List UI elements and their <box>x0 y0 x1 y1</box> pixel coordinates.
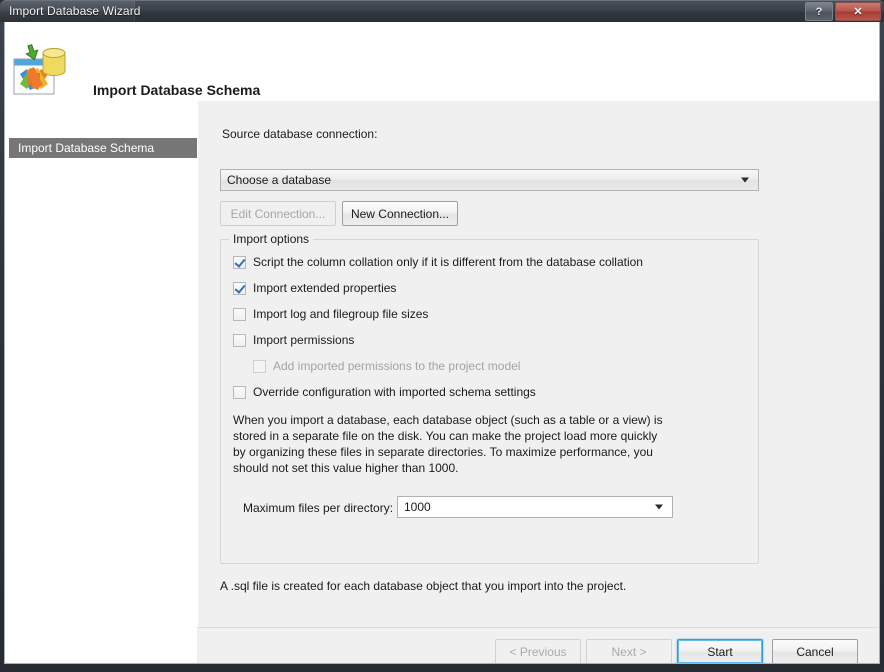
option-override-configuration[interactable]: Override configuration with imported sch… <box>233 385 536 399</box>
checkbox-icon[interactable] <box>233 308 246 321</box>
sidebar-item-import-database-schema[interactable]: Import Database Schema <box>9 138 197 158</box>
checkbox-icon[interactable] <box>233 334 246 347</box>
max-files-row: Maximum files per directory: 1000 <box>233 496 693 518</box>
option-label: Override configuration with imported sch… <box>253 385 536 399</box>
directory-help-text: When you import a database, each databas… <box>233 413 663 475</box>
option-label: Import extended properties <box>253 281 397 295</box>
option-add-imported-permissions: Add imported permissions to the project … <box>253 359 520 373</box>
option-label: Add imported permissions to the project … <box>273 359 521 373</box>
caption-button-group: ? ✕ <box>805 2 881 21</box>
option-import-log-filegroup-sizes[interactable]: Import log and filegroup file sizes <box>233 307 428 321</box>
content-top-divider <box>198 101 879 102</box>
help-button[interactable]: ? <box>805 2 833 21</box>
option-label: Import permissions <box>253 333 355 347</box>
wizard-window: Import Database Wizard ? ✕ Import Databa… <box>0 0 884 672</box>
wizard-content-panel: Source database connection: Choose a dat… <box>197 101 879 627</box>
checkbox-icon[interactable] <box>233 256 246 269</box>
max-files-label: Maximum files per directory: <box>243 501 394 515</box>
edit-connection-button[interactable]: Edit Connection... <box>220 201 336 226</box>
wizard-button-bar: < Previous Next > Start Cancel <box>197 627 879 663</box>
next-button[interactable]: Next > <box>586 639 672 663</box>
database-combo-value: Choose a database <box>227 173 332 187</box>
database-combo[interactable]: Choose a database <box>220 169 759 191</box>
option-label: Script the column collation only if it i… <box>253 255 643 269</box>
checkbox-icon[interactable] <box>233 282 246 295</box>
wizard-step-list: Import Database Schema <box>5 101 197 663</box>
option-import-permissions[interactable]: Import permissions <box>233 333 354 347</box>
source-connection-label: Source database connection: <box>222 127 378 141</box>
window-title: Import Database Wizard <box>9 4 141 18</box>
checkbox-icon[interactable] <box>233 386 246 399</box>
client-area: Import Database Schema Import Database S… <box>4 22 880 664</box>
checkbox-icon <box>253 360 266 373</box>
previous-button[interactable]: < Previous <box>495 639 581 663</box>
close-button[interactable]: ✕ <box>835 2 881 21</box>
wizard-header: Import Database Schema <box>5 22 879 101</box>
new-connection-button[interactable]: New Connection... <box>342 201 458 226</box>
title-bar: Import Database Wizard ? ✕ <box>0 0 884 22</box>
chevron-down-icon <box>655 504 663 510</box>
cancel-button[interactable]: Cancel <box>772 639 858 663</box>
max-files-combo[interactable]: 1000 <box>397 496 673 518</box>
page-title: Import Database Schema <box>93 82 261 98</box>
sql-file-note: A .sql file is created for each database… <box>220 579 627 593</box>
chevron-down-icon <box>741 177 749 183</box>
import-options-group: Import options Script the column collati… <box>220 232 759 564</box>
max-files-value: 1000 <box>404 500 431 514</box>
option-script-column-collation[interactable]: Script the column collation only if it i… <box>233 255 643 269</box>
import-database-icon <box>13 43 69 95</box>
start-button[interactable]: Start <box>677 639 763 663</box>
import-options-label: Import options <box>229 232 314 246</box>
option-import-extended-properties[interactable]: Import extended properties <box>233 281 396 295</box>
option-label: Import log and filegroup file sizes <box>253 307 429 321</box>
